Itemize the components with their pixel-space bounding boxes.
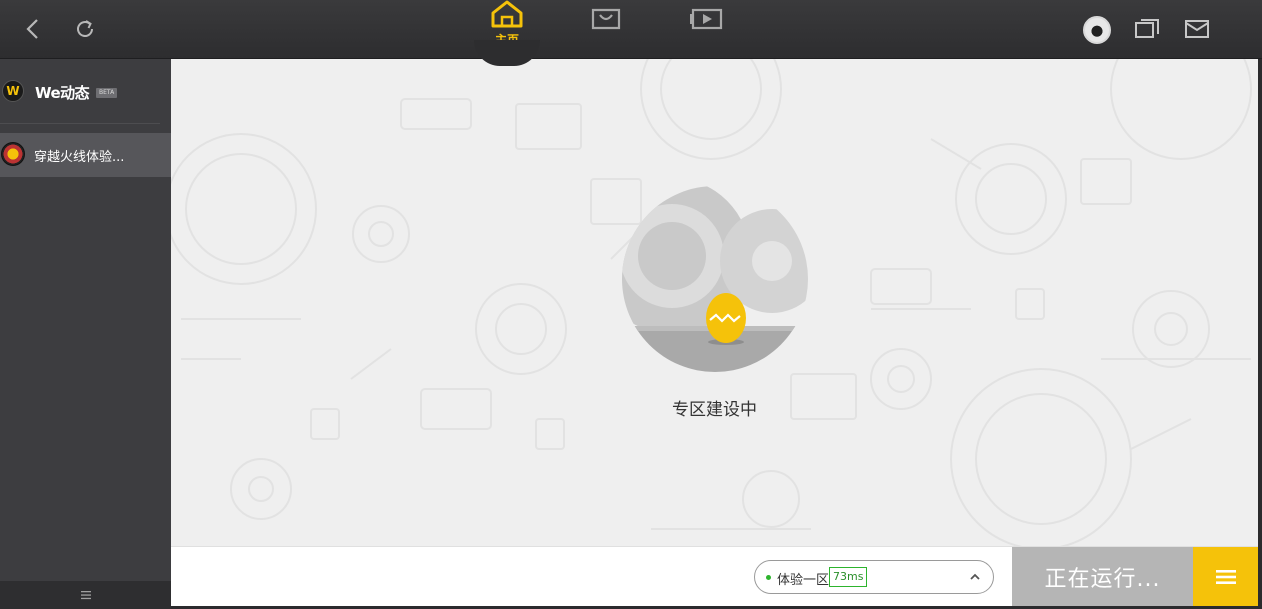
back-arrow-icon[interactable] bbox=[16, 12, 50, 46]
hamburger-icon bbox=[1215, 570, 1236, 584]
server-status-dot bbox=[766, 575, 771, 580]
bottom-bar: 体验一区 73ms 正在运行... bbox=[171, 546, 1258, 607]
sidebar-item-crossfire[interactable]: 穿越火线体验... bbox=[0, 133, 171, 177]
home-icon bbox=[491, 0, 523, 28]
window-right-edge bbox=[1258, 59, 1262, 609]
user-avatar[interactable] bbox=[1083, 16, 1111, 44]
we-title: We动态 bbox=[35, 84, 90, 102]
server-name: 体验一区 bbox=[777, 573, 830, 588]
main-menu-button[interactable] bbox=[1193, 547, 1258, 607]
shopping-bag-icon bbox=[591, 8, 621, 30]
sidebar: W We动态 BETA 穿越火线体验... bbox=[0, 59, 171, 609]
ping-badge: 73ms bbox=[829, 567, 868, 587]
nav-video-tab[interactable] bbox=[690, 4, 724, 34]
running-status-button[interactable]: 正在运行... bbox=[1012, 547, 1193, 607]
sidebar-menu-button[interactable] bbox=[0, 581, 171, 609]
beta-badge: BETA bbox=[96, 88, 118, 98]
sidebar-divider bbox=[0, 123, 160, 124]
we-logo-icon: W bbox=[2, 80, 24, 102]
main-content: 专区建设中 bbox=[171, 59, 1258, 546]
menu-lines-icon bbox=[80, 591, 91, 600]
server-selector[interactable]: 体验一区 73ms bbox=[754, 560, 994, 594]
construction-illustration bbox=[622, 186, 808, 372]
chevron-up-icon bbox=[970, 573, 980, 580]
sidebar-item-label: 穿越火线体验... bbox=[34, 150, 125, 165]
sidebar-item-we-dynamic[interactable]: W We动态 BETA bbox=[0, 59, 171, 123]
top-bar: 主页 bbox=[0, 0, 1262, 59]
mail-icon[interactable] bbox=[1180, 12, 1214, 46]
nav-shop-tab[interactable] bbox=[589, 4, 623, 34]
crossfire-game-icon bbox=[1, 142, 25, 166]
video-icon bbox=[690, 8, 723, 30]
construction-status-text: 专区建设中 bbox=[672, 400, 757, 420]
chat-windows-icon[interactable] bbox=[1130, 12, 1164, 46]
refresh-icon[interactable] bbox=[68, 12, 102, 46]
